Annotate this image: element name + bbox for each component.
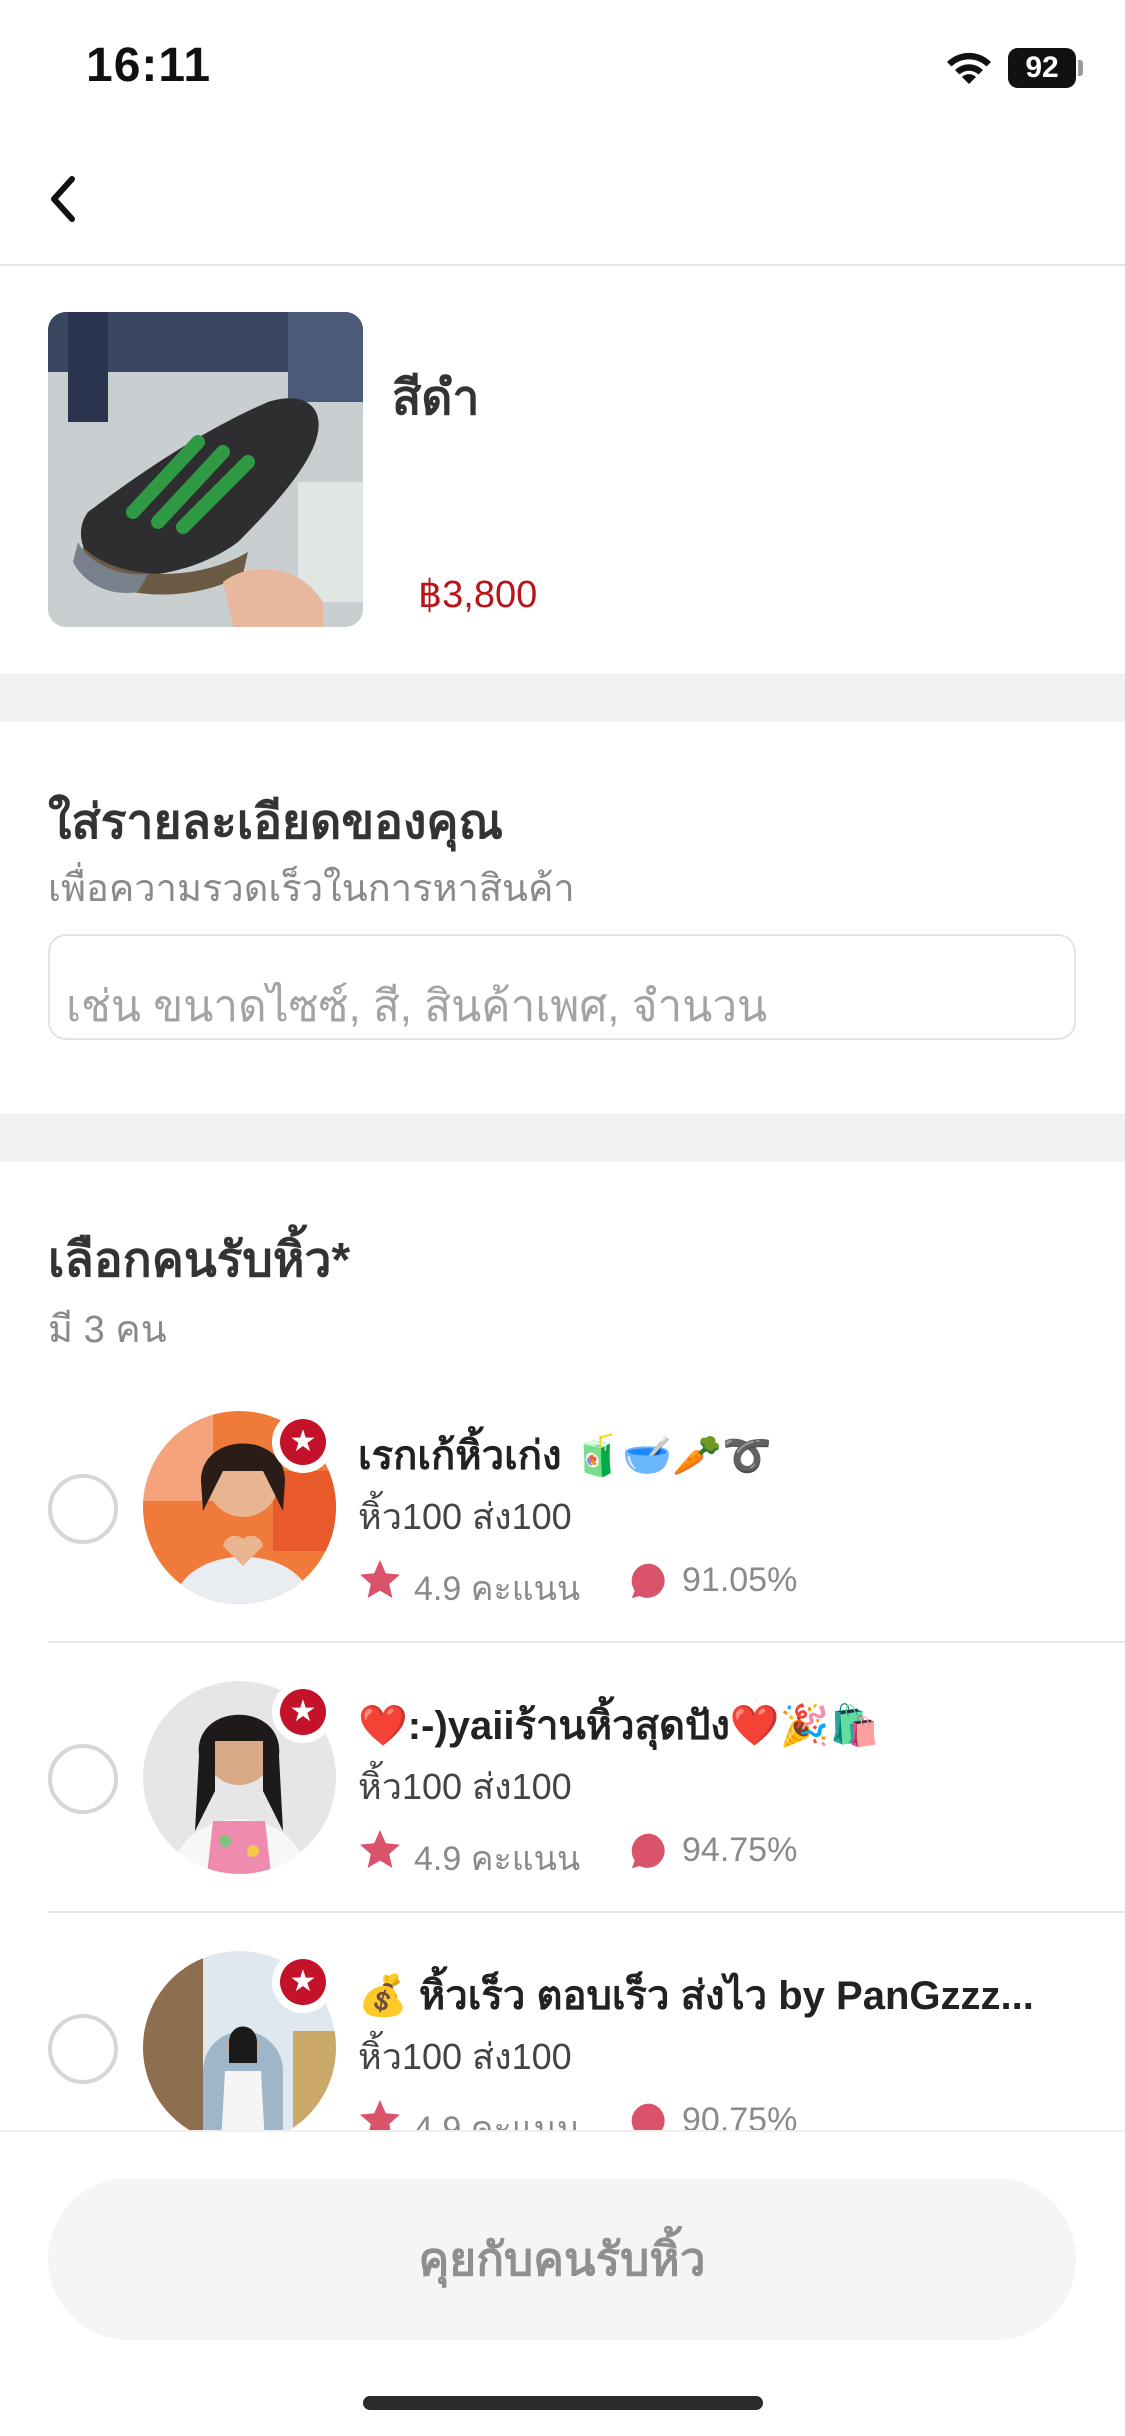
battery-indicator: 92 <box>1008 48 1076 88</box>
select-radio[interactable] <box>48 1744 118 1814</box>
star-icon <box>360 1830 400 1868</box>
details-title: ใส่รายละเอียดของคุณ <box>48 796 504 849</box>
verified-badge: ★ <box>272 1951 334 2013</box>
star-icon <box>360 1560 400 1598</box>
helper-response-rate: 94.75% <box>682 1831 798 1869</box>
product-price: ฿3,800 <box>418 574 538 616</box>
helper-rating: 4.9 คะแนน <box>414 2110 581 2130</box>
chat-with-helper-button[interactable]: คุยกับคนรับหิ้ว <box>48 2178 1076 2340</box>
helpers-list[interactable]: ★ เรกเก้หิ้วเก่ง 🧃🥣🥕➰ หิ้ว100 ส่ง100 4.9… <box>0 1378 1125 2130</box>
status-time: 16:11 <box>86 39 212 92</box>
list-item[interactable]: ★ เรกเก้หิ้วเก่ง 🧃🥣🥕➰ หิ้ว100 ส่ง100 4.9… <box>0 1378 1125 1648</box>
helper-description: หิ้ว100 ส่ง100 <box>358 1766 572 1807</box>
product-image <box>48 312 363 627</box>
bottom-divider <box>0 2130 1125 2132</box>
star-ribbon-icon: ★ <box>280 1419 326 1465</box>
product-name: สีดำ <box>392 372 480 425</box>
details-subtitle: เพื่อความรวดเร็วในการหาสินค้า <box>48 868 575 910</box>
home-indicator <box>363 2396 763 2410</box>
helper-description: หิ้ว100 ส่ง100 <box>358 2036 572 2077</box>
star-ribbon-icon: ★ <box>280 1689 326 1735</box>
chat-bubble-icon <box>631 1833 665 1869</box>
list-item[interactable]: ★ 💰 หิ้วเร็ว ตอบเร็ว ส่งไว by PanGzzz...… <box>0 1918 1125 2130</box>
helper-rating: 4.9 คะแนน <box>414 1840 581 1878</box>
list-item[interactable]: ★ ❤️:-)yaiiร้านหิ้วสุดปัง❤️🎉🛍️ หิ้ว100 ส… <box>0 1648 1125 1918</box>
helpers-count: มี 3 คน <box>48 1309 167 1351</box>
chat-bubble-icon <box>631 1563 665 1599</box>
section-separator <box>0 1114 1125 1162</box>
helper-name: เรกเก้หิ้วเก่ง 🧃🥣🥕➰ <box>358 1434 772 1478</box>
row-divider <box>48 1641 1125 1643</box>
select-radio[interactable] <box>48 1474 118 1544</box>
star-icon <box>360 2100 400 2130</box>
battery-tip <box>1078 60 1083 76</box>
wifi-icon <box>947 52 991 84</box>
verified-badge: ★ <box>272 1411 334 1473</box>
helper-name: 💰 หิ้วเร็ว ตอบเร็ว ส่งไว by PanGzzz... <box>358 1974 1034 2018</box>
helper-response-rate: 90.75% <box>682 2101 798 2130</box>
back-arrow-icon[interactable] <box>40 165 90 233</box>
helper-name: ❤️:-)yaiiร้านหิ้วสุดปัง❤️🎉🛍️ <box>358 1704 880 1748</box>
chat-bubble-icon <box>631 2103 665 2130</box>
select-radio[interactable] <box>48 2014 118 2084</box>
helper-response-rate: 91.05% <box>682 1561 798 1599</box>
helper-description: หิ้ว100 ส่ง100 <box>358 1496 572 1537</box>
section-separator <box>0 674 1125 722</box>
star-ribbon-icon: ★ <box>280 1959 326 2005</box>
nav-divider <box>0 264 1125 266</box>
helpers-title: เลือกคนรับหิ้ว* <box>48 1234 351 1287</box>
verified-badge: ★ <box>272 1681 334 1743</box>
row-divider <box>48 1911 1125 1913</box>
details-input[interactable] <box>48 934 1076 1040</box>
helper-rating: 4.9 คะแนน <box>414 1570 581 1608</box>
